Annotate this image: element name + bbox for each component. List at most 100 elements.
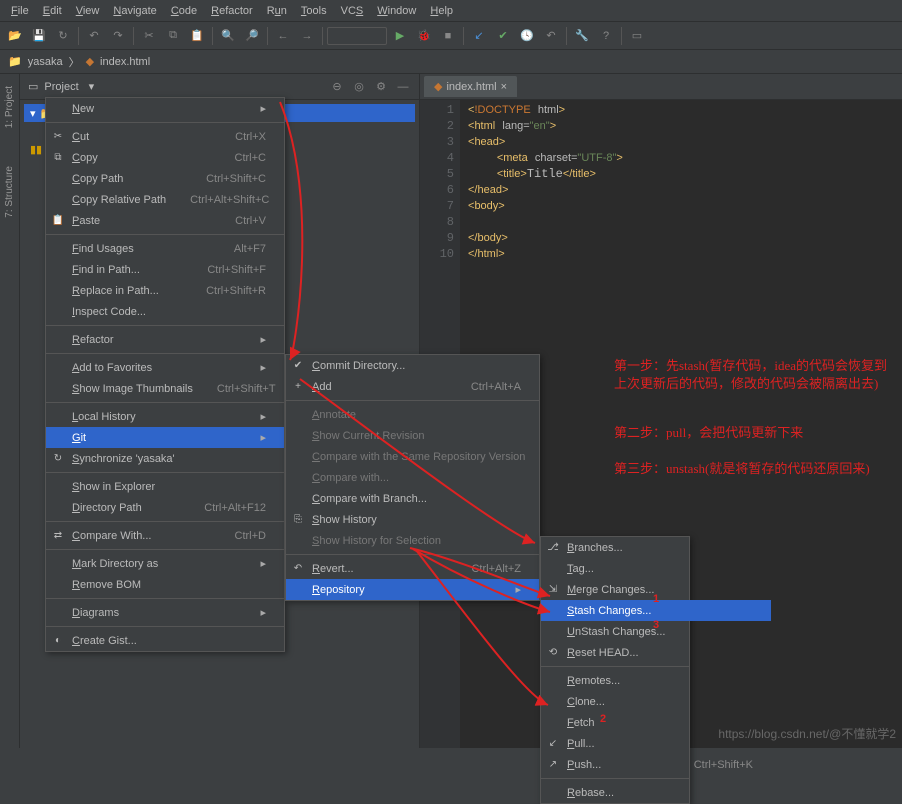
menu-item[interactable]: Show in Explorer	[46, 476, 284, 497]
project-header-label: Project	[44, 81, 78, 93]
context-menu-repository[interactable]: ⎇Branches...Tag...⇲Merge Changes...Stash…	[540, 536, 690, 804]
menu-item[interactable]: Tag...	[541, 558, 771, 579]
settings-icon[interactable]: 🔧	[571, 25, 593, 47]
menu-vcs[interactable]: VCS	[334, 3, 371, 19]
stop-icon[interactable]: ■	[437, 25, 459, 47]
sidebar-tab-structure[interactable]: 7: Structure	[2, 162, 17, 222]
menu-item[interactable]: ✔Commit Directory...	[286, 355, 539, 376]
menu-item: Show History for Selection	[286, 530, 539, 551]
menu-item[interactable]: Find UsagesAlt+F7	[46, 238, 284, 259]
vcs-revert-icon[interactable]: ↶	[540, 25, 562, 47]
menu-edit[interactable]: Edit	[36, 3, 69, 19]
menu-item[interactable]: 📋PasteCtrl+V	[46, 210, 284, 231]
menu-item[interactable]: Repository▸	[286, 579, 539, 600]
forward-icon[interactable]: →	[296, 25, 318, 47]
menu-item[interactable]: Find in Path...Ctrl+Shift+F	[46, 259, 284, 280]
menu-item[interactable]: ↻Synchronize 'yasaka'	[46, 448, 284, 469]
menu-item[interactable]: Fetch	[541, 712, 771, 733]
menu-item[interactable]: ⟲Reset HEAD...	[541, 642, 771, 663]
menu-item[interactable]: ↙Pull...	[541, 733, 771, 754]
target-icon[interactable]: ◎	[351, 76, 367, 98]
menu-item[interactable]: ✂CutCtrl+X	[46, 126, 284, 147]
menu-item[interactable]: ⇲Merge Changes...	[541, 579, 771, 600]
menu-tools[interactable]: Tools	[294, 3, 334, 19]
redo-icon[interactable]: ↷	[107, 25, 129, 47]
editor-tabs: ◆ index.html ×	[420, 74, 902, 100]
context-menu-git[interactable]: ✔Commit Directory...+AddCtrl+Alt+A Annota…	[285, 354, 540, 601]
menu-run[interactable]: Run	[260, 3, 294, 19]
breadcrumb-file[interactable]: index.html	[100, 56, 150, 68]
copy-icon[interactable]: ⧉	[162, 25, 184, 47]
find-icon[interactable]: 🔍	[217, 25, 239, 47]
menu-item[interactable]: Directory PathCtrl+Alt+F12	[46, 497, 284, 518]
menu-item[interactable]: Clone...	[541, 691, 771, 712]
expand-icon[interactable]: ▾	[30, 107, 36, 120]
cut-icon[interactable]: ✂	[138, 25, 160, 47]
close-tab-icon[interactable]: ×	[501, 81, 507, 93]
structure-icon[interactable]: ▭	[626, 25, 648, 47]
menu-item[interactable]: Mark Directory as▸	[46, 553, 284, 574]
chevron-down-icon[interactable]: ▾	[89, 80, 95, 93]
menu-item[interactable]: Stash Changes...	[541, 600, 771, 621]
menu-code[interactable]: Code	[164, 3, 204, 19]
run-icon[interactable]: ▶	[389, 25, 411, 47]
help-icon[interactable]: ?	[595, 25, 617, 47]
project-header-icon: ▭	[28, 80, 38, 93]
editor-tab[interactable]: ◆ index.html ×	[424, 76, 517, 97]
paste-icon[interactable]: 📋	[186, 25, 208, 47]
menu-item: Annotate	[286, 404, 539, 425]
vcs-update-icon[interactable]: ↙	[468, 25, 490, 47]
menu-item[interactable]: ⧉CopyCtrl+C	[46, 147, 284, 168]
menu-item[interactable]: Inspect Code...	[46, 301, 284, 322]
menu-item[interactable]: ⇄Compare With...Ctrl+D	[46, 525, 284, 546]
back-icon[interactable]: ←	[272, 25, 294, 47]
menu-item[interactable]: Remove BOM	[46, 574, 284, 595]
menu-file[interactable]: File	[4, 3, 36, 19]
left-gutter: 1: Project 7: Structure	[0, 74, 20, 748]
hide-icon[interactable]: —	[395, 76, 411, 98]
open-icon[interactable]: 📂	[4, 25, 26, 47]
menu-item[interactable]: UnStash Changes...	[541, 621, 771, 642]
save-icon[interactable]: 💾	[28, 25, 50, 47]
menu-item[interactable]: Show Image ThumbnailsCtrl+Shift+T	[46, 378, 284, 399]
menu-item[interactable]: +AddCtrl+Alt+A	[286, 376, 539, 397]
menu-item[interactable]: Replace in Path...Ctrl+Shift+R	[46, 280, 284, 301]
replace-icon[interactable]: 🔎	[241, 25, 263, 47]
menu-view[interactable]: View	[69, 3, 107, 19]
menu-item[interactable]: Local History▸	[46, 406, 284, 427]
sidebar-tab-project[interactable]: 1: Project	[2, 82, 17, 132]
chevron-right-icon: 〉	[69, 54, 80, 70]
menu-window[interactable]: Window	[370, 3, 423, 19]
vcs-commit-icon[interactable]: ✔	[492, 25, 514, 47]
sync-icon[interactable]: ↻	[52, 25, 74, 47]
menu-item[interactable]: ◐Create Gist...	[46, 630, 284, 651]
menu-item[interactable]: ⎇Branches...	[541, 537, 771, 558]
menu-item[interactable]: Add to Favorites▸	[46, 357, 284, 378]
run-config-select[interactable]	[327, 27, 387, 45]
menu-item[interactable]: New▸	[46, 98, 284, 119]
menu-item[interactable]: Compare with Branch...	[286, 488, 539, 509]
debug-icon[interactable]: 🐞	[413, 25, 435, 47]
menu-item[interactable]: Rebase...	[541, 782, 771, 803]
menu-item[interactable]: Copy PathCtrl+Shift+C	[46, 168, 284, 189]
vcs-history-icon[interactable]: 🕓	[516, 25, 538, 47]
menu-item[interactable]: ↗Push...Ctrl+Shift+K	[541, 754, 771, 775]
menu-item: Compare with the Same Repository Version	[286, 446, 539, 467]
gear-icon[interactable]: ⚙	[373, 76, 389, 98]
editor-tab-label: index.html	[446, 81, 496, 93]
menu-item[interactable]: Git▸	[46, 427, 284, 448]
menu-refactor[interactable]: Refactor	[204, 3, 260, 19]
menu-item[interactable]: ↶Revert...Ctrl+Alt+Z	[286, 558, 539, 579]
menu-item[interactable]: Remotes...	[541, 670, 771, 691]
menu-item[interactable]: ⎘Show History	[286, 509, 539, 530]
menubar: File Edit View Navigate Code Refactor Ru…	[0, 0, 902, 22]
breadcrumb-root[interactable]: yasaka	[28, 56, 63, 68]
menu-help[interactable]: Help	[423, 3, 460, 19]
menu-item[interactable]: Diagrams▸	[46, 602, 284, 623]
context-menu-main[interactable]: New▸ ✂CutCtrl+X⧉CopyCtrl+CCopy PathCtrl+S…	[45, 97, 285, 652]
menu-navigate[interactable]: Navigate	[106, 3, 163, 19]
menu-item[interactable]: Refactor▸	[46, 329, 284, 350]
undo-icon[interactable]: ↶	[83, 25, 105, 47]
menu-item[interactable]: Copy Relative PathCtrl+Alt+Shift+C	[46, 189, 284, 210]
collapse-icon[interactable]: ⊖	[329, 76, 345, 98]
